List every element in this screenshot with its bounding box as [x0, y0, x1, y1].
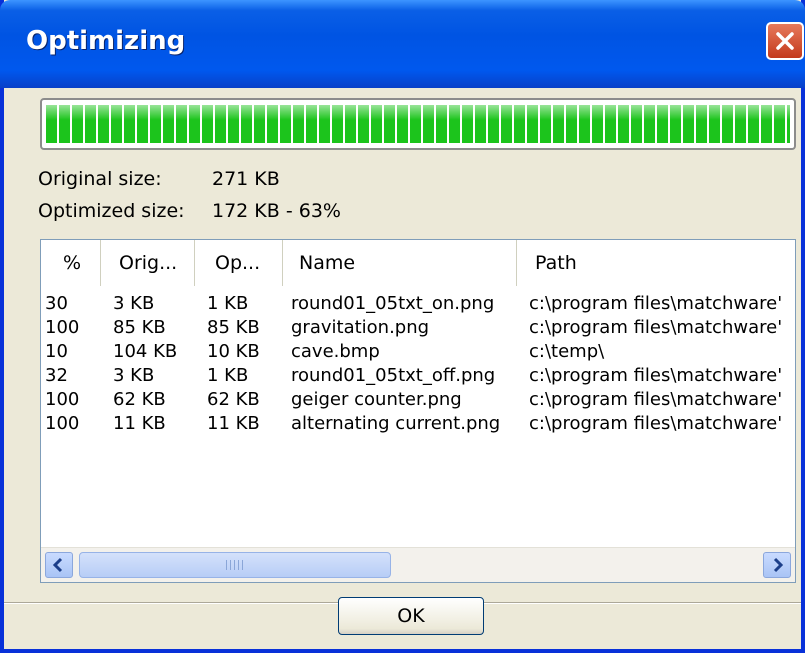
cell-name: round01_05txt_on.png: [291, 293, 495, 314]
column-header-percent[interactable]: %: [41, 240, 101, 286]
file-list[interactable]: % Orig... Op... Name Path 30 3 KB 1 KB roun…: [40, 239, 796, 583]
cell-percent: 10: [45, 341, 68, 362]
cell-optimized: 10 KB: [207, 341, 260, 362]
cell-percent: 30: [45, 293, 68, 314]
optimized-size-value: 172 KB - 63%: [212, 200, 341, 222]
scroll-left-button[interactable]: [45, 552, 73, 578]
progress-bar: [40, 98, 796, 150]
table-row[interactable]: 30 3 KB 1 KB round01_05txt_on.png c:\program…: [41, 292, 795, 316]
cell-original: 85 KB: [113, 317, 166, 338]
original-size-value: 271 KB: [212, 168, 280, 190]
cell-optimized: 11 KB: [207, 413, 260, 434]
cell-original: 62 KB: [113, 389, 166, 410]
cell-path: c:\program files\matchware': [529, 293, 783, 314]
chevron-left-icon: [52, 557, 63, 573]
cell-path: c:\temp\: [529, 341, 605, 362]
title-bar[interactable]: Optimizing: [0, 0, 805, 88]
cell-name: alternating current.png: [291, 413, 501, 434]
cell-original: 3 KB: [113, 365, 155, 386]
optimized-size-label: Optimized size:: [38, 200, 185, 222]
cell-name: cave.bmp: [291, 341, 380, 362]
chevron-right-icon: [773, 557, 784, 573]
scroll-thumb[interactable]: [79, 552, 391, 578]
close-icon: [776, 32, 794, 50]
table-row[interactable]: 100 11 KB 11 KB alternating current.png c:\p…: [41, 412, 795, 436]
cell-optimized: 62 KB: [207, 389, 260, 410]
table-row[interactable]: 100 62 KB 62 KB geiger counter.png c:\progra…: [41, 388, 795, 412]
column-header-original[interactable]: Orig...: [101, 240, 195, 286]
column-header-name[interactable]: Name: [283, 240, 517, 286]
cell-original: 11 KB: [113, 413, 166, 434]
cell-path: c:\program files\matchware': [529, 389, 783, 410]
cell-original: 3 KB: [113, 293, 155, 314]
column-header-optimized[interactable]: Op...: [195, 240, 283, 286]
cell-optimized: 1 KB: [207, 365, 249, 386]
table-row[interactable]: 100 85 KB 85 KB gravitation.png c:\program f…: [41, 316, 795, 340]
cell-name: geiger counter.png: [291, 389, 462, 410]
cell-name: gravitation.png: [291, 317, 430, 338]
cell-path: c:\program files\matchware': [529, 365, 783, 386]
ok-button[interactable]: OK: [338, 597, 484, 635]
cell-percent: 32: [45, 365, 68, 386]
cell-path: c:\program files\matchware': [529, 413, 783, 434]
scroll-grip: [226, 560, 244, 570]
scroll-right-button[interactable]: [763, 552, 791, 578]
cell-percent: 100: [45, 389, 80, 410]
column-header-path[interactable]: Path: [517, 240, 795, 286]
cell-name: round01_05txt_off.png: [291, 365, 496, 386]
optimizing-dialog: Optimizing Original size: 271 KB Optimiz…: [0, 0, 805, 653]
close-button[interactable]: [766, 22, 804, 60]
table-row[interactable]: 32 3 KB 1 KB round01_05txt_off.png c:\progra…: [41, 364, 795, 388]
cell-path: c:\program files\matchware': [529, 317, 783, 338]
cell-optimized: 85 KB: [207, 317, 260, 338]
cell-optimized: 1 KB: [207, 293, 249, 314]
progress-fill: [46, 105, 790, 143]
original-size-label: Original size:: [38, 168, 162, 190]
list-header: % Orig... Op... Name Path: [41, 240, 795, 288]
cell-percent: 100: [45, 413, 80, 434]
cell-percent: 100: [45, 317, 80, 338]
cell-original: 104 KB: [113, 341, 178, 362]
horizontal-scrollbar[interactable]: [41, 547, 795, 582]
table-row[interactable]: 10 104 KB 10 KB cave.bmp c:\temp\: [41, 340, 795, 364]
window-title: Optimizing: [26, 26, 186, 56]
